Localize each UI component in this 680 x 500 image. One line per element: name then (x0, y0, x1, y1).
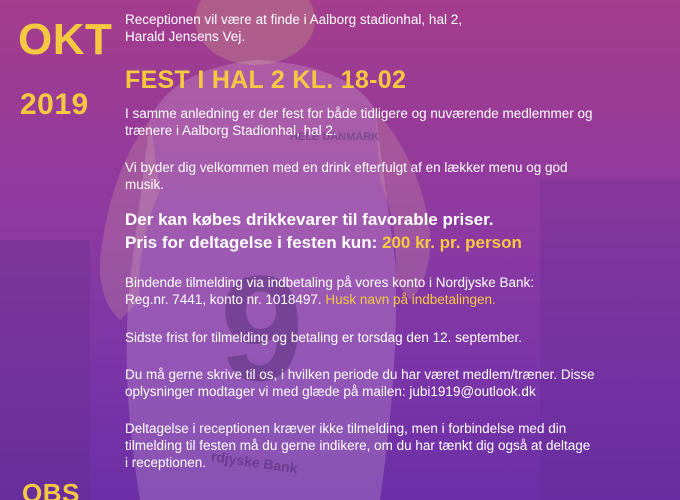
registration-line-1: Bindende tilmelding via indbetaling på v… (125, 275, 534, 290)
drinks-line: Der kan købes drikkevarer til favorable … (125, 210, 494, 229)
participation-line-1: Deltagelse i receptionen kræver ikke til… (125, 421, 567, 436)
year-label: 2019 (20, 88, 89, 121)
registration-account: Reg.nr. 7441, konto nr. 1018497. (125, 292, 322, 307)
hall-background-left (0, 240, 90, 500)
welcome-line-1: Vi byder dig velkommen med en drink efte… (125, 160, 568, 175)
period-line-2: oplysninger modtager vi med glæde på mai… (125, 384, 536, 399)
month-label: OKT (18, 15, 113, 64)
occasion-line-1: I samme anledning er der fest for både t… (125, 106, 593, 121)
period-line-1: Du må gerne skrive til os, i hvilken per… (125, 367, 595, 382)
obs-label-partial: OBS (22, 478, 80, 500)
deadline-text: Sidste frist for tilmelding og betaling … (125, 330, 522, 345)
participation-line-2: tilmelding til festen må du gerne indike… (125, 438, 591, 453)
price-value: 200 kr. pr. person (381, 233, 522, 252)
partial-date-top: 06 (22, 0, 92, 4)
registration-reminder: Husk navn på indbetalingen. (325, 292, 496, 307)
participation-line-3: i receptionen. (125, 455, 207, 470)
fest-heading: FEST I HAL 2 KL. 18-02 (125, 66, 407, 94)
welcome-line-2: musik. (125, 177, 165, 192)
reception-line-1: Receptionen vil være at finde i Aalborg … (125, 12, 462, 27)
price-prefix: Pris for deltagelse i festen kun: (125, 233, 378, 252)
occasion-line-2: trænere i Aalborg Stadionhal, hal 2. (125, 123, 337, 138)
reception-line-2: Harald Jensens Vej. (125, 29, 246, 44)
registration-line-2: Reg.nr. 7441, konto nr. 1018497. Husk na… (125, 291, 496, 308)
price-line: Pris for deltagelse i festen kun: 200 kr… (125, 232, 522, 253)
